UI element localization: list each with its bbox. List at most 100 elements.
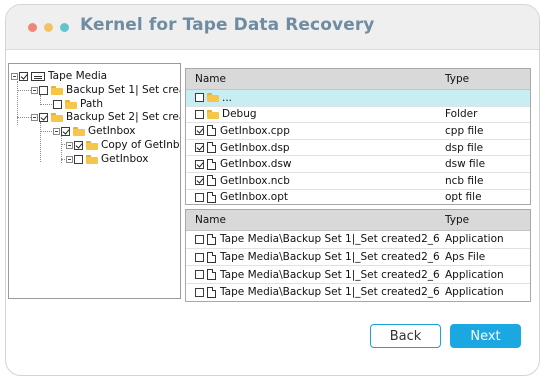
row-type: Folder [445, 108, 478, 121]
maximize-dot-icon[interactable] [60, 23, 69, 32]
collapse-icon[interactable] [31, 113, 38, 121]
column-header-name[interactable]: Name [195, 73, 226, 85]
row-checkbox[interactable] [195, 192, 204, 202]
path-list-grid[interactable]: Name Type Tape Media\Backup Set 1|_Set c… [185, 209, 531, 302]
tree-checkbox[interactable] [74, 140, 83, 150]
tree-node-label: GetInbox [101, 153, 149, 165]
tree-node-path[interactable]: Path [53, 97, 103, 111]
folder-icon [207, 109, 219, 119]
collapse-icon[interactable] [66, 141, 73, 149]
tree-checkbox[interactable] [53, 99, 62, 109]
tree-node-label: Path [80, 98, 104, 110]
tree-checkbox[interactable] [39, 112, 48, 122]
file-icon [207, 251, 216, 263]
row-name: GetInbox.dsw [220, 158, 292, 171]
file-icon [207, 191, 216, 203]
file-icon [207, 175, 216, 187]
tree-checkbox[interactable] [39, 85, 48, 95]
row-type: Aps File [445, 251, 486, 264]
tree-node-copy-of-getinbox[interactable]: Copy of GetInbox [66, 138, 180, 152]
row-name: GetInbox.dsp [220, 141, 290, 154]
tree-node-backup-set-1[interactable]: Backup Set 1| Set creat [31, 83, 181, 97]
table-row[interactable]: GetInbox.opt opt file [186, 190, 530, 204]
row-type: ncb file [445, 174, 484, 187]
tree-checkbox[interactable] [74, 154, 83, 164]
table-row[interactable]: Tape Media\Backup Set 1|_Set created2_6 … [186, 266, 530, 285]
row-name: GetInbox.opt [220, 191, 288, 204]
row-checkbox[interactable] [195, 287, 204, 297]
title-bar: Kernel for Tape Data Recovery [6, 5, 539, 50]
file-list-grid[interactable]: Name Type ... Debug Folder GetInbox.cpp … [185, 68, 531, 205]
back-button[interactable]: Back [370, 324, 441, 348]
column-header-type[interactable]: Type [445, 73, 469, 85]
collapse-icon[interactable] [31, 86, 38, 94]
table-row[interactable]: Tape Media\Backup Set 1|_Set created2_6 … [186, 284, 530, 301]
row-type: Application [445, 268, 504, 281]
row-type: Application [445, 286, 504, 299]
tree-node-label: Tape Media [48, 70, 108, 82]
row-name: GetInbox.ncb [220, 174, 290, 187]
row-name: Tape Media\Backup Set 1|_Set created2_6 [220, 233, 440, 246]
file-icon [207, 158, 216, 170]
row-checkbox[interactable] [195, 270, 204, 280]
table-row[interactable]: GetInbox.ncb ncb file [186, 173, 530, 190]
row-checkbox[interactable] [195, 252, 204, 262]
column-header-type[interactable]: Type [445, 214, 469, 226]
next-button[interactable]: Next [450, 324, 521, 348]
tape-drive-icon [31, 71, 45, 81]
collapse-icon[interactable] [53, 127, 60, 135]
tree-checkbox[interactable] [61, 126, 70, 136]
folder-icon [86, 154, 98, 164]
row-name: Tape Media\Backup Set 1|_Set created2_6 [220, 268, 440, 281]
tree-node-label: Copy of GetInbox [101, 139, 180, 151]
collapse-icon[interactable] [11, 72, 18, 80]
row-name: ... [222, 91, 233, 104]
table-row[interactable]: GetInbox.dsw dsw file [186, 156, 530, 173]
table-row[interactable]: Tape Media\Backup Set 1|_Set created2_6 … [186, 249, 530, 267]
row-name: GetInbox.cpp [220, 124, 290, 137]
minimize-dot-icon[interactable] [44, 23, 53, 32]
tree-node-label: Backup Set 1| Set creat [66, 84, 181, 96]
collapse-icon[interactable] [66, 155, 73, 163]
row-checkbox[interactable] [195, 126, 204, 136]
folder-icon [65, 99, 77, 109]
file-list-header: Name Type [186, 69, 530, 90]
tree-node-tape-media[interactable]: Tape Media [11, 69, 107, 83]
folder-tree-panel[interactable]: Tape Media Backup Set 1| Set creat Path … [8, 63, 181, 299]
tree-node-getinbox-sub[interactable]: GetInbox [66, 152, 148, 166]
table-row[interactable]: GetInbox.dsp dsp file [186, 140, 530, 157]
folder-icon [207, 93, 219, 103]
folder-icon [73, 126, 85, 136]
row-type: dsw file [445, 158, 486, 171]
row-checkbox[interactable] [195, 159, 204, 169]
row-name: Debug [222, 108, 257, 121]
row-checkbox[interactable] [195, 143, 204, 153]
row-type: opt file [445, 191, 482, 204]
row-type: dsp file [445, 141, 484, 154]
folder-icon [86, 140, 98, 150]
column-header-name[interactable]: Name [195, 214, 226, 226]
tree-checkbox[interactable] [19, 71, 28, 81]
row-checkbox[interactable] [195, 176, 204, 186]
file-icon [207, 142, 216, 154]
table-row[interactable]: ... [186, 90, 530, 107]
row-checkbox[interactable] [195, 109, 204, 119]
row-name: Tape Media\Backup Set 1|_Set created2_6 [220, 251, 440, 264]
table-row[interactable]: Debug Folder [186, 107, 530, 124]
path-list-header: Name Type [186, 210, 530, 231]
close-dot-icon[interactable] [28, 23, 37, 32]
row-checkbox[interactable] [195, 93, 204, 103]
row-type: cpp file [445, 124, 484, 137]
folder-icon [51, 85, 63, 95]
tree-node-getinbox[interactable]: GetInbox [53, 124, 135, 138]
file-icon [207, 125, 216, 137]
row-type: Application [445, 233, 504, 246]
file-icon [207, 233, 216, 245]
table-row[interactable]: GetInbox.cpp cpp file [186, 123, 530, 140]
tree-node-backup-set-2[interactable]: Backup Set 2| Set creat [31, 110, 180, 124]
tree-node-label: GetInbox [88, 125, 136, 137]
row-checkbox[interactable] [195, 234, 204, 244]
table-row[interactable]: Tape Media\Backup Set 1|_Set created2_6 … [186, 231, 530, 249]
file-icon [207, 269, 216, 281]
window-title: Kernel for Tape Data Recovery [80, 15, 375, 35]
